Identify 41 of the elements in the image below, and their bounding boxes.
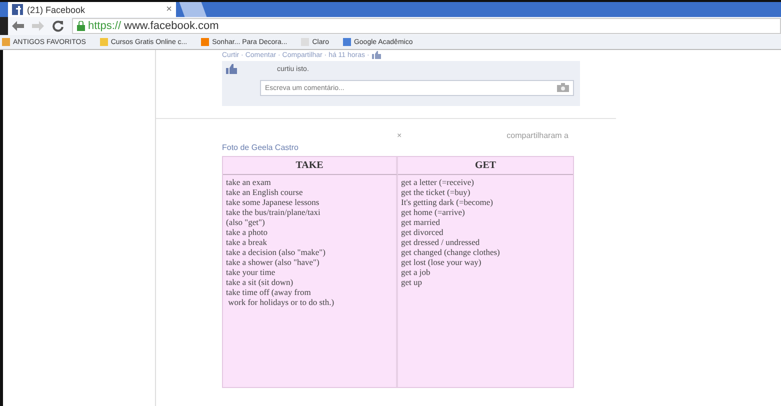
address-field[interactable]: https:// www.facebook.com: [72, 18, 781, 34]
table-cell-text: work for holidays or to do sth.): [227, 297, 336, 307]
column-header: GET: [398, 157, 573, 175]
new-tab-button[interactable]: [179, 2, 207, 17]
facebook-icon: [12, 4, 23, 15]
table-cell-text: get the ticket (=buy): [401, 187, 472, 197]
table-cell-text: get a letter (=receive): [401, 177, 475, 187]
table-cell-text: get changed (change clothes): [401, 247, 501, 257]
table-cell-text: get up: [401, 277, 424, 287]
table-cell-text: get a job: [401, 267, 432, 277]
table-cell-text: take your time: [226, 267, 276, 277]
table-cell-text: get lost (lose your way): [401, 257, 482, 267]
table-cell-text: take a break: [226, 237, 268, 247]
table-cell-text: take a sit (sit down): [226, 277, 294, 287]
shared-text: compartilharam a: [506, 131, 568, 141]
table-cell-text: get divorced: [401, 227, 444, 237]
close-tab-button[interactable]: ×: [166, 4, 172, 15]
table-cell-text: take an English course: [226, 187, 304, 197]
table-cell-text: get home (=arrive): [401, 207, 466, 217]
tab-title: (21) Facebook: [27, 4, 86, 14]
photo-credit-link[interactable]: Foto de Geela Castro: [222, 143, 622, 152]
table-cell-text: take a shower (also "have"): [226, 257, 320, 267]
table-cell-text: get married: [401, 217, 441, 227]
like-icon: [226, 64, 237, 74]
column-header: TAKE: [223, 157, 398, 175]
table-cell-text: take the bus/train/plane/taxi: [226, 207, 322, 217]
forward-icon[interactable]: [32, 21, 44, 31]
table-cell-text: take a photo: [226, 227, 269, 237]
lock-icon: [77, 21, 85, 31]
back-icon[interactable]: [12, 21, 24, 31]
table-cell-text: take an exam: [226, 177, 272, 187]
table-cell-text: (also "get"): [226, 217, 266, 227]
table-cell-text: take time off (away from: [226, 287, 312, 297]
browser-tab[interactable]: (21) Facebook ×: [8, 2, 176, 17]
table-cell-text: get dressed / undressed: [401, 237, 481, 247]
reload-icon[interactable]: [52, 20, 64, 32]
camera-icon[interactable]: [557, 83, 569, 92]
table-cell-text: take some Japanese lessons: [226, 197, 320, 207]
like-icon: [372, 51, 382, 59]
table-cell-text: take a decision (also "make"): [226, 247, 326, 257]
table-cell-text: It's getting dark (=become): [401, 197, 494, 207]
